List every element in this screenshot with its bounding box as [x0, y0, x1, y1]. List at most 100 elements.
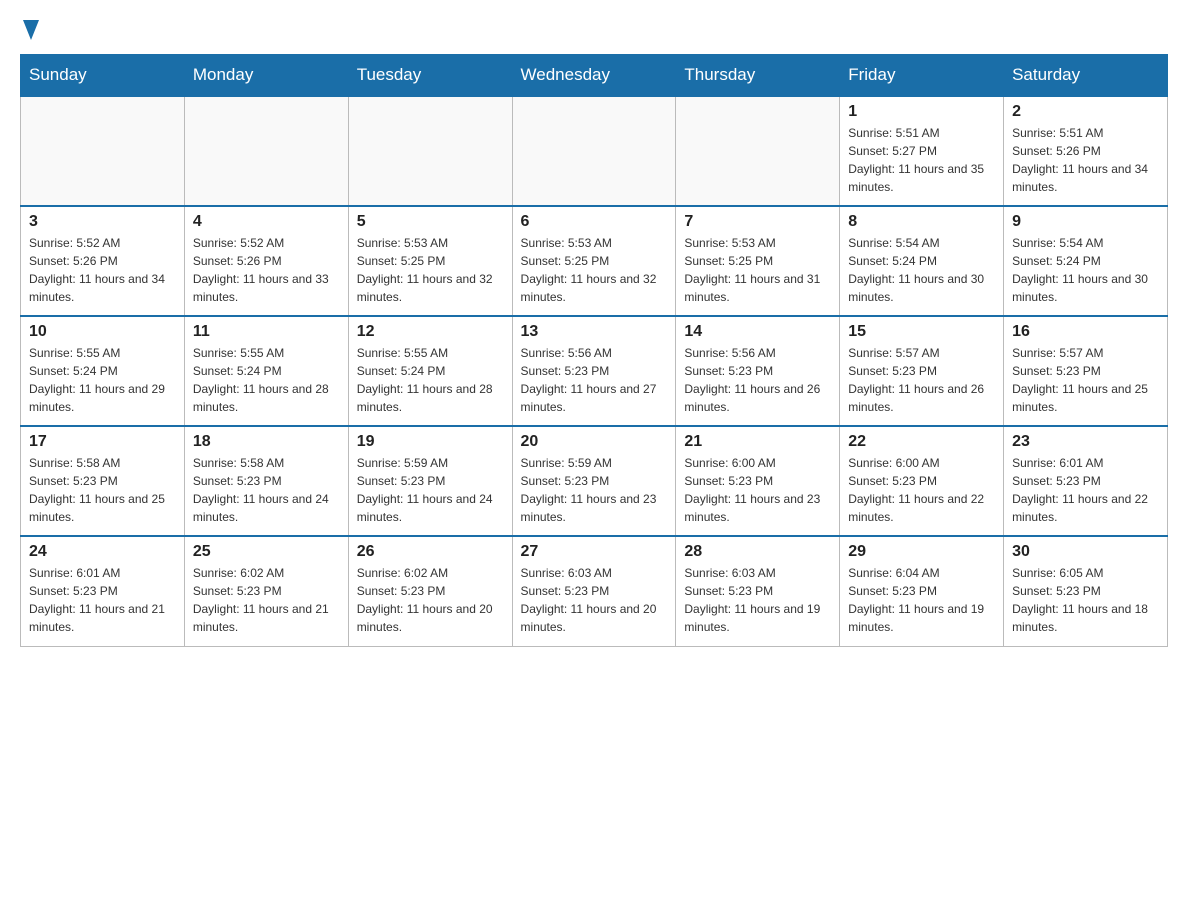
day-info: Sunrise: 5:59 AMSunset: 5:23 PMDaylight:…	[521, 454, 668, 526]
week-row-2: 3 Sunrise: 5:52 AMSunset: 5:26 PMDaylight…	[21, 206, 1168, 316]
calendar-cell: 13 Sunrise: 5:56 AMSunset: 5:23 PMDayligh…	[512, 316, 676, 426]
day-number: 18	[193, 433, 340, 451]
calendar-cell: 28 Sunrise: 6:03 AMSunset: 5:23 PMDayligh…	[676, 536, 840, 646]
calendar-cell: 21 Sunrise: 6:00 AMSunset: 5:23 PMDayligh…	[676, 426, 840, 536]
day-number: 17	[29, 433, 176, 451]
day-number: 15	[848, 323, 995, 341]
column-header-monday: Monday	[184, 55, 348, 97]
day-number: 29	[848, 543, 995, 561]
day-number: 1	[848, 103, 995, 121]
calendar-cell: 2 Sunrise: 5:51 AMSunset: 5:26 PMDaylight…	[1004, 96, 1168, 206]
calendar-cell: 17 Sunrise: 5:58 AMSunset: 5:23 PMDayligh…	[21, 426, 185, 536]
day-info: Sunrise: 5:57 AMSunset: 5:23 PMDaylight:…	[848, 344, 995, 416]
calendar-cell: 14Sunrise: 5:56 AMSunset: 5:23 PMDayligh…	[676, 316, 840, 426]
day-number: 2	[1012, 103, 1159, 121]
day-info: Sunrise: 5:58 AMSunset: 5:23 PMDaylight:…	[29, 454, 176, 526]
calendar-cell: 5 Sunrise: 5:53 AMSunset: 5:25 PMDaylight…	[348, 206, 512, 316]
calendar-cell: 24Sunrise: 6:01 AMSunset: 5:23 PMDayligh…	[21, 536, 185, 646]
day-number: 5	[357, 213, 504, 231]
day-number: 4	[193, 213, 340, 231]
day-info: Sunrise: 6:02 AMSunset: 5:23 PMDaylight:…	[193, 564, 340, 636]
week-row-4: 17 Sunrise: 5:58 AMSunset: 5:23 PMDayligh…	[21, 426, 1168, 536]
day-number: 30	[1012, 543, 1159, 561]
day-info: Sunrise: 5:52 AMSunset: 5:26 PMDaylight:…	[193, 234, 340, 306]
calendar-cell	[348, 96, 512, 206]
day-number: 21	[684, 433, 831, 451]
calendar-cell: 1Sunrise: 5:51 AMSunset: 5:27 PMDaylight…	[840, 96, 1004, 206]
day-info: Sunrise: 6:01 AMSunset: 5:23 PMDaylight:…	[1012, 454, 1159, 526]
calendar-cell: 29 Sunrise: 6:04 AMSunset: 5:23 PMDayligh…	[840, 536, 1004, 646]
day-info: Sunrise: 5:54 AMSunset: 5:24 PMDaylight:…	[1012, 234, 1159, 306]
column-header-friday: Friday	[840, 55, 1004, 97]
day-number: 12	[357, 323, 504, 341]
week-row-3: 10 Sunrise: 5:55 AMSunset: 5:24 PMDayligh…	[21, 316, 1168, 426]
day-number: 20	[521, 433, 668, 451]
day-info: Sunrise: 5:52 AMSunset: 5:26 PMDaylight:…	[29, 234, 176, 306]
column-header-tuesday: Tuesday	[348, 55, 512, 97]
calendar-cell: 18 Sunrise: 5:58 AMSunset: 5:23 PMDayligh…	[184, 426, 348, 536]
day-info: Sunrise: 6:00 AMSunset: 5:23 PMDaylight:…	[684, 454, 831, 526]
day-number: 6	[521, 213, 668, 231]
calendar-cell: 19 Sunrise: 5:59 AMSunset: 5:23 PMDayligh…	[348, 426, 512, 536]
calendar-cell	[21, 96, 185, 206]
calendar-cell: 23 Sunrise: 6:01 AMSunset: 5:23 PMDayligh…	[1004, 426, 1168, 536]
calendar-cell: 25 Sunrise: 6:02 AMSunset: 5:23 PMDayligh…	[184, 536, 348, 646]
week-row-5: 24Sunrise: 6:01 AMSunset: 5:23 PMDayligh…	[21, 536, 1168, 646]
calendar-cell: 7 Sunrise: 5:53 AMSunset: 5:25 PMDaylight…	[676, 206, 840, 316]
day-info: Sunrise: 5:56 AMSunset: 5:23 PMDaylight:…	[684, 344, 831, 416]
day-info: Sunrise: 5:51 AMSunset: 5:26 PMDaylight:…	[1012, 124, 1159, 196]
day-info: Sunrise: 6:03 AMSunset: 5:23 PMDaylight:…	[521, 564, 668, 636]
calendar-cell	[676, 96, 840, 206]
day-number: 27	[521, 543, 668, 561]
day-info: Sunrise: 5:55 AMSunset: 5:24 PMDaylight:…	[193, 344, 340, 416]
day-info: Sunrise: 5:54 AMSunset: 5:24 PMDaylight:…	[848, 234, 995, 306]
day-info: Sunrise: 5:55 AMSunset: 5:24 PMDaylight:…	[357, 344, 504, 416]
day-info: Sunrise: 5:53 AMSunset: 5:25 PMDaylight:…	[357, 234, 504, 306]
calendar-cell: 4 Sunrise: 5:52 AMSunset: 5:26 PMDaylight…	[184, 206, 348, 316]
calendar-cell: 9 Sunrise: 5:54 AMSunset: 5:24 PMDaylight…	[1004, 206, 1168, 316]
day-info: Sunrise: 6:03 AMSunset: 5:23 PMDaylight:…	[684, 564, 831, 636]
week-row-1: 1Sunrise: 5:51 AMSunset: 5:27 PMDaylight…	[21, 96, 1168, 206]
day-number: 22	[848, 433, 995, 451]
day-info: Sunrise: 5:58 AMSunset: 5:23 PMDaylight:…	[193, 454, 340, 526]
day-number: 10	[29, 323, 176, 341]
day-number: 23	[1012, 433, 1159, 451]
column-header-thursday: Thursday	[676, 55, 840, 97]
day-info: Sunrise: 6:01 AMSunset: 5:23 PMDaylight:…	[29, 564, 176, 636]
calendar-cell	[512, 96, 676, 206]
day-number: 9	[1012, 213, 1159, 231]
calendar-cell: 20 Sunrise: 5:59 AMSunset: 5:23 PMDayligh…	[512, 426, 676, 536]
day-info: Sunrise: 6:04 AMSunset: 5:23 PMDaylight:…	[848, 564, 995, 636]
day-number: 7	[684, 213, 831, 231]
day-info: Sunrise: 5:53 AMSunset: 5:25 PMDaylight:…	[684, 234, 831, 306]
page-header	[20, 20, 1168, 34]
day-number: 8	[848, 213, 995, 231]
column-header-wednesday: Wednesday	[512, 55, 676, 97]
calendar-cell: 22 Sunrise: 6:00 AMSunset: 5:23 PMDayligh…	[840, 426, 1004, 536]
logo	[20, 20, 39, 34]
day-number: 28	[684, 543, 831, 561]
column-header-sunday: Sunday	[21, 55, 185, 97]
day-info: Sunrise: 6:00 AMSunset: 5:23 PMDaylight:…	[848, 454, 995, 526]
calendar-cell	[184, 96, 348, 206]
calendar-cell: 6 Sunrise: 5:53 AMSunset: 5:25 PMDaylight…	[512, 206, 676, 316]
day-info: Sunrise: 5:55 AMSunset: 5:24 PMDaylight:…	[29, 344, 176, 416]
day-info: Sunrise: 5:59 AMSunset: 5:23 PMDaylight:…	[357, 454, 504, 526]
calendar-cell: 12 Sunrise: 5:55 AMSunset: 5:24 PMDayligh…	[348, 316, 512, 426]
day-info: Sunrise: 6:02 AMSunset: 5:23 PMDaylight:…	[357, 564, 504, 636]
calendar-cell: 27 Sunrise: 6:03 AMSunset: 5:23 PMDayligh…	[512, 536, 676, 646]
calendar-table: SundayMondayTuesdayWednesdayThursdayFrid…	[20, 54, 1168, 647]
day-number: 3	[29, 213, 176, 231]
calendar-cell: 11Sunrise: 5:55 AMSunset: 5:24 PMDayligh…	[184, 316, 348, 426]
calendar-cell: 26Sunrise: 6:02 AMSunset: 5:23 PMDayligh…	[348, 536, 512, 646]
day-number: 19	[357, 433, 504, 451]
day-number: 13	[521, 323, 668, 341]
calendar-header-row: SundayMondayTuesdayWednesdayThursdayFrid…	[21, 55, 1168, 97]
day-info: Sunrise: 5:53 AMSunset: 5:25 PMDaylight:…	[521, 234, 668, 306]
calendar-cell: 8 Sunrise: 5:54 AMSunset: 5:24 PMDaylight…	[840, 206, 1004, 316]
day-number: 25	[193, 543, 340, 561]
calendar-cell: 30Sunrise: 6:05 AMSunset: 5:23 PMDayligh…	[1004, 536, 1168, 646]
column-header-saturday: Saturday	[1004, 55, 1168, 97]
day-number: 16	[1012, 323, 1159, 341]
day-info: Sunrise: 5:56 AMSunset: 5:23 PMDaylight:…	[521, 344, 668, 416]
